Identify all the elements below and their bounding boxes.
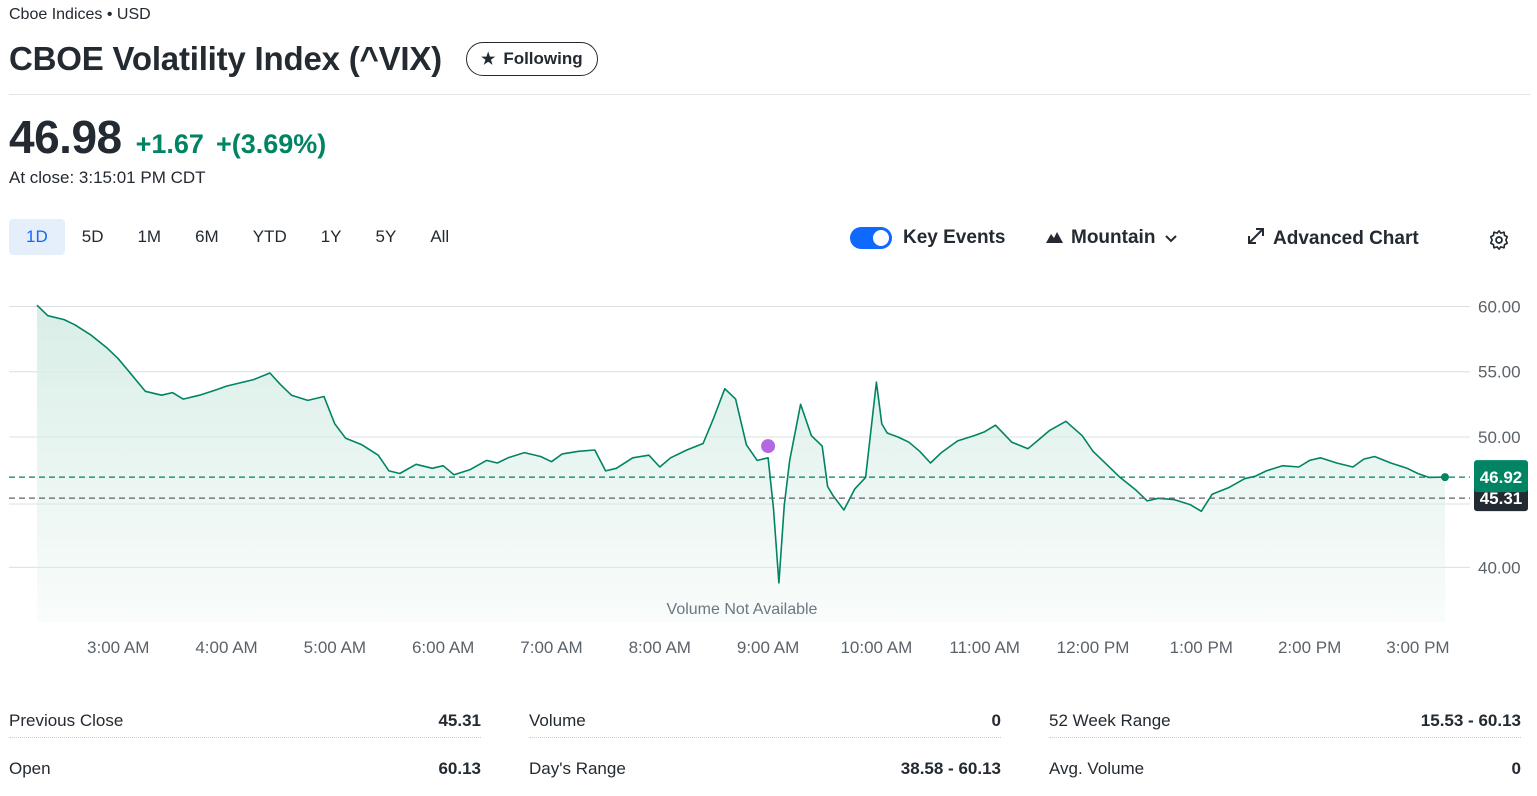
stat-value: 38.58 - 60.13 — [900, 759, 1001, 778]
stat-value: 0 — [1511, 759, 1521, 778]
price-chart[interactable]: 60.0055.0050.0040.0045.3146.92Volume Not… — [0, 280, 1537, 660]
x-tick-label: 4:00 AM — [195, 638, 257, 657]
following-label: Following — [503, 49, 583, 68]
page-title: CBOE Volatility Index (^VIX) — [9, 40, 442, 77]
stat-value: 15.53 - 60.13 — [1420, 711, 1521, 730]
x-tick-label: 12:00 PM — [1057, 638, 1130, 657]
range-tabs: 1D 5D 1M 6M YTD 1Y 5Y All — [9, 219, 466, 255]
price-change: +1.67 — [135, 129, 204, 159]
stat-value: 45.31 — [438, 711, 481, 730]
key-events-toggle[interactable] — [850, 227, 892, 249]
y-tick-label: 55.00 — [1478, 363, 1521, 382]
x-tick-label: 8:00 AM — [629, 638, 691, 657]
x-tick-label: 3:00 AM — [87, 638, 149, 657]
gear-icon[interactable] — [1488, 229, 1510, 251]
expand-icon — [1247, 227, 1265, 251]
star-icon: ★ — [480, 51, 496, 68]
stat-label: Day's Range — [529, 759, 626, 778]
range-tab-ytd[interactable]: YTD — [236, 219, 304, 255]
range-tab-1d[interactable]: 1D — [9, 219, 65, 255]
key-events-label[interactable]: Key Events — [903, 227, 1005, 249]
range-tab-6m[interactable]: 6M — [178, 219, 236, 255]
toggle-knob — [873, 230, 889, 246]
stat-row: Previous Close 45.31 — [9, 700, 481, 748]
x-tick-label: 7:00 AM — [520, 638, 582, 657]
price-change-percent: +(3.69%) — [215, 129, 327, 159]
chevron-down-icon — [1165, 227, 1178, 249]
x-tick-label: 2:00 PM — [1278, 638, 1341, 657]
stat-label: Volume — [529, 711, 586, 730]
close-time: At close: 3:15:01 PM CDT — [9, 168, 206, 187]
y-tick-label: 40.00 — [1478, 558, 1521, 577]
stats-column: Volume 0 Day's Range 38.58 - 60.13 — [529, 700, 1001, 796]
stats-column: Previous Close 45.31 Open 60.13 — [9, 700, 481, 796]
x-tick-label: 11:00 AM — [949, 638, 1020, 657]
series-area — [37, 305, 1445, 622]
chart-type-dropdown[interactable]: Mountain — [1046, 227, 1178, 249]
x-tick-label: 1:00 PM — [1170, 638, 1233, 657]
stat-row: Avg. Volume 0 — [1049, 748, 1521, 796]
x-tick-label: 9:00 AM — [737, 638, 799, 657]
x-tick-label: 5:00 AM — [304, 638, 366, 657]
range-tab-1y[interactable]: 1Y — [304, 219, 359, 255]
key-event-marker[interactable] — [761, 439, 776, 454]
mountain-icon — [1046, 227, 1063, 249]
advanced-chart-button[interactable]: Advanced Chart — [1247, 227, 1419, 251]
range-tab-all[interactable]: All — [413, 219, 466, 255]
y-tick-label: 50.00 — [1478, 428, 1521, 447]
stat-row: Day's Range 38.58 - 60.13 — [529, 748, 1001, 796]
stat-value: 0 — [991, 711, 1001, 730]
y-tick-label: 60.00 — [1478, 298, 1521, 317]
last-price-dot — [1441, 473, 1449, 482]
stat-label: Previous Close — [9, 711, 124, 730]
volume-note: Volume Not Available — [667, 601, 818, 618]
stats-column: 52 Week Range 15.53 - 60.13 Avg. Volume 0 — [1049, 700, 1521, 796]
stat-row: 52 Week Range 15.53 - 60.13 — [1049, 700, 1521, 748]
stat-row: Volume 0 — [529, 700, 1001, 748]
stat-row: Open 60.13 — [9, 748, 481, 796]
range-tab-5d[interactable]: 5D — [65, 219, 121, 255]
range-tab-5y[interactable]: 5Y — [359, 219, 414, 255]
price-row: 46.98 +1.67 +(3.69%) — [9, 110, 326, 164]
chart-type-label: Mountain — [1071, 227, 1156, 248]
range-tab-1m[interactable]: 1M — [120, 219, 178, 255]
x-tick-label: 3:00 PM — [1386, 638, 1449, 657]
title-row: CBOE Volatility Index (^VIX) ★ Following — [9, 40, 598, 78]
stat-value: 60.13 — [438, 759, 481, 778]
current-price: 46.98 — [9, 111, 122, 163]
following-button[interactable]: ★ Following — [465, 42, 598, 76]
x-tick-label: 6:00 AM — [412, 638, 474, 657]
x-tick-label: 10:00 AM — [840, 638, 912, 657]
stat-label: Avg. Volume — [1049, 759, 1145, 778]
current-price-label: 46.92 — [1480, 468, 1523, 487]
stat-label: 52 Week Range — [1049, 711, 1171, 730]
stat-label: Open — [9, 759, 51, 778]
header-divider — [9, 94, 1530, 95]
advanced-chart-label: Advanced Chart — [1273, 228, 1419, 249]
exchange-currency: Cboe Indices • USD — [9, 6, 151, 23]
